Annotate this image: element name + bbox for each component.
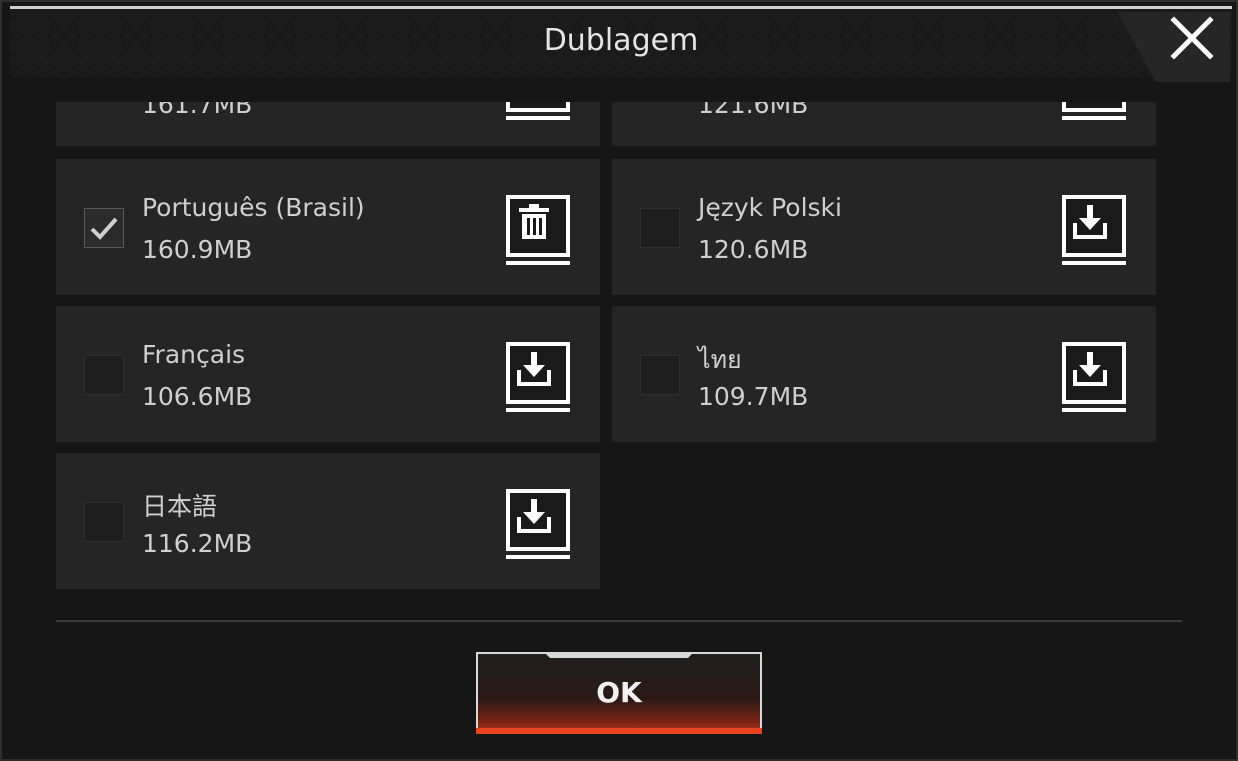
language-checkbox[interactable] <box>640 355 680 395</box>
language-name: 日本語 <box>142 492 218 521</box>
language-name: Français <box>142 340 246 369</box>
download-icon <box>1073 352 1107 386</box>
language-size: 109.7MB <box>698 382 809 411</box>
ok-button[interactable]: OK <box>476 652 762 734</box>
language-checkbox[interactable] <box>84 355 124 395</box>
trash-icon <box>519 204 549 239</box>
checkmark-icon <box>90 217 118 240</box>
language-size: 106.6MB <box>142 382 253 411</box>
close-icon[interactable] <box>1166 12 1218 64</box>
language-name: Język Polski <box>698 193 842 222</box>
language-list[interactable]: 161.7MB 121.6MB Português (Brasil) 160.9… <box>2 102 1238 602</box>
download-button[interactable] <box>506 342 570 412</box>
ok-button-label: OK <box>596 676 642 709</box>
download-icon <box>1073 205 1107 239</box>
dialog-header: Dublagem <box>10 6 1232 77</box>
download-icon <box>517 352 551 386</box>
download-icon <box>517 499 551 533</box>
language-size: 121.6MB <box>698 102 809 119</box>
download-button[interactable] <box>1062 102 1126 120</box>
language-item-portuguese: Português (Brasil) 160.9MB <box>56 159 600 295</box>
language-item-japanese: 日本語 116.2MB <box>56 453 600 589</box>
language-checkbox[interactable] <box>84 208 124 248</box>
dubbing-dialog: Dublagem 161.7MB 121.6MB Português (Bras… <box>0 0 1238 761</box>
language-size: 116.2MB <box>142 529 253 558</box>
delete-button[interactable] <box>506 195 570 265</box>
language-item: 121.6MB <box>612 102 1156 146</box>
language-item-polish: Język Polski 120.6MB <box>612 159 1156 295</box>
language-item-thai: ไทย 109.7MB <box>612 306 1156 442</box>
language-item: 161.7MB <box>56 102 600 146</box>
language-size: 160.9MB <box>142 235 253 264</box>
language-name: ไทย <box>698 345 742 374</box>
language-checkbox[interactable] <box>640 208 680 248</box>
download-button[interactable] <box>506 102 570 120</box>
language-size: 120.6MB <box>698 235 809 264</box>
language-size: 161.7MB <box>142 102 253 119</box>
language-item-french: Français 106.6MB <box>56 306 600 442</box>
download-button[interactable] <box>1062 342 1126 412</box>
dialog-title: Dublagem <box>543 23 699 58</box>
download-button[interactable] <box>506 489 570 559</box>
download-button[interactable] <box>1062 195 1126 265</box>
language-checkbox[interactable] <box>84 502 124 542</box>
divider <box>56 620 1182 622</box>
language-name: Português (Brasil) <box>142 193 365 222</box>
